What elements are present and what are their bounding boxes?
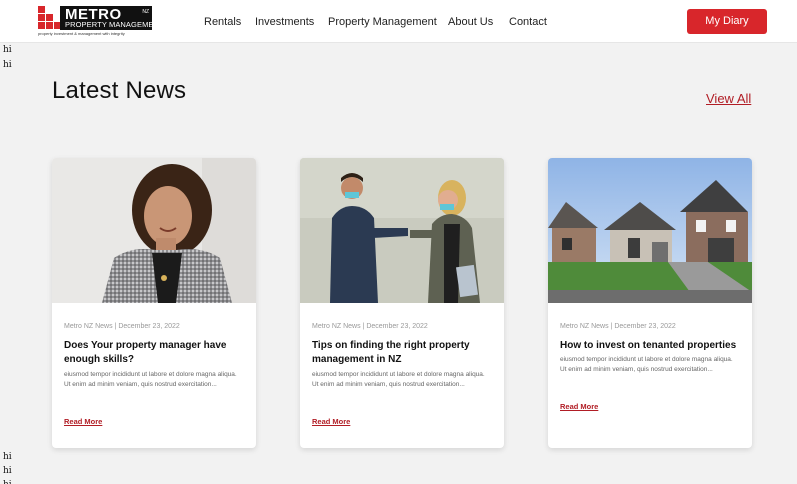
logo-mark-icon — [38, 6, 62, 30]
nav-contact[interactable]: Contact — [509, 16, 547, 28]
card-excerpt: eiusmod tempor incididunt ut labore et d… — [560, 356, 733, 373]
view-all-link[interactable]: View All — [706, 91, 751, 106]
debug-text: hi — [3, 466, 12, 476]
elbow-bump-photo — [300, 158, 504, 303]
card-meta: Metro NZ News | December 23, 2022 — [64, 323, 180, 330]
card-title[interactable]: Tips on finding the right property manag… — [312, 339, 496, 367]
debug-text: hi — [3, 479, 12, 484]
logo-plate: METRO NZ PROPERTY MANAGEMENT — [60, 6, 164, 30]
news-card[interactable]: Metro NZ News | December 23, 2022 How to… — [548, 158, 752, 448]
section-title: Latest News — [52, 77, 187, 104]
nav-about-us[interactable]: About Us — [448, 16, 493, 28]
read-more-link[interactable]: Read More — [560, 402, 598, 411]
nav-property-management[interactable]: Property Management — [328, 16, 437, 28]
card-title[interactable]: Does Your property manager have enough s… — [64, 339, 248, 367]
nav-investments[interactable]: Investments — [255, 16, 314, 28]
news-card[interactable]: Metro NZ News | December 23, 2022 Does Y… — [52, 158, 256, 448]
card-meta: Metro NZ News | December 23, 2022 — [560, 323, 676, 330]
read-more-link[interactable]: Read More — [64, 417, 102, 426]
metro-logo[interactable]: METRO NZ PROPERTY MANAGEMENT property in… — [38, 6, 164, 36]
logo-brand-sub: PROPERTY MANAGEMENT — [65, 20, 164, 29]
my-diary-button[interactable]: My Diary — [687, 9, 767, 34]
woman-smiling-photo — [52, 158, 256, 303]
card-excerpt: eiusmod tempor incididunt ut labore et d… — [312, 371, 485, 388]
debug-text: hi — [3, 45, 12, 55]
logo-nz: NZ — [142, 9, 149, 15]
card-meta: Metro NZ News | December 23, 2022 — [312, 323, 428, 330]
read-more-link[interactable]: Read More — [312, 417, 350, 426]
news-card[interactable]: Metro NZ News | December 23, 2022 Tips o… — [300, 158, 504, 448]
suburban-houses-photo — [548, 158, 752, 303]
card-title[interactable]: How to invest on tenanted properties — [560, 339, 744, 353]
site-header: METRO NZ PROPERTY MANAGEMENT property in… — [0, 0, 797, 43]
logo-tagline: property investment & management with in… — [38, 31, 125, 36]
debug-text: hi — [3, 60, 12, 70]
nav-rentals[interactable]: Rentals — [204, 16, 241, 28]
debug-text: hi — [3, 452, 12, 462]
card-excerpt: eiusmod tempor incididunt ut labore et d… — [64, 371, 237, 388]
